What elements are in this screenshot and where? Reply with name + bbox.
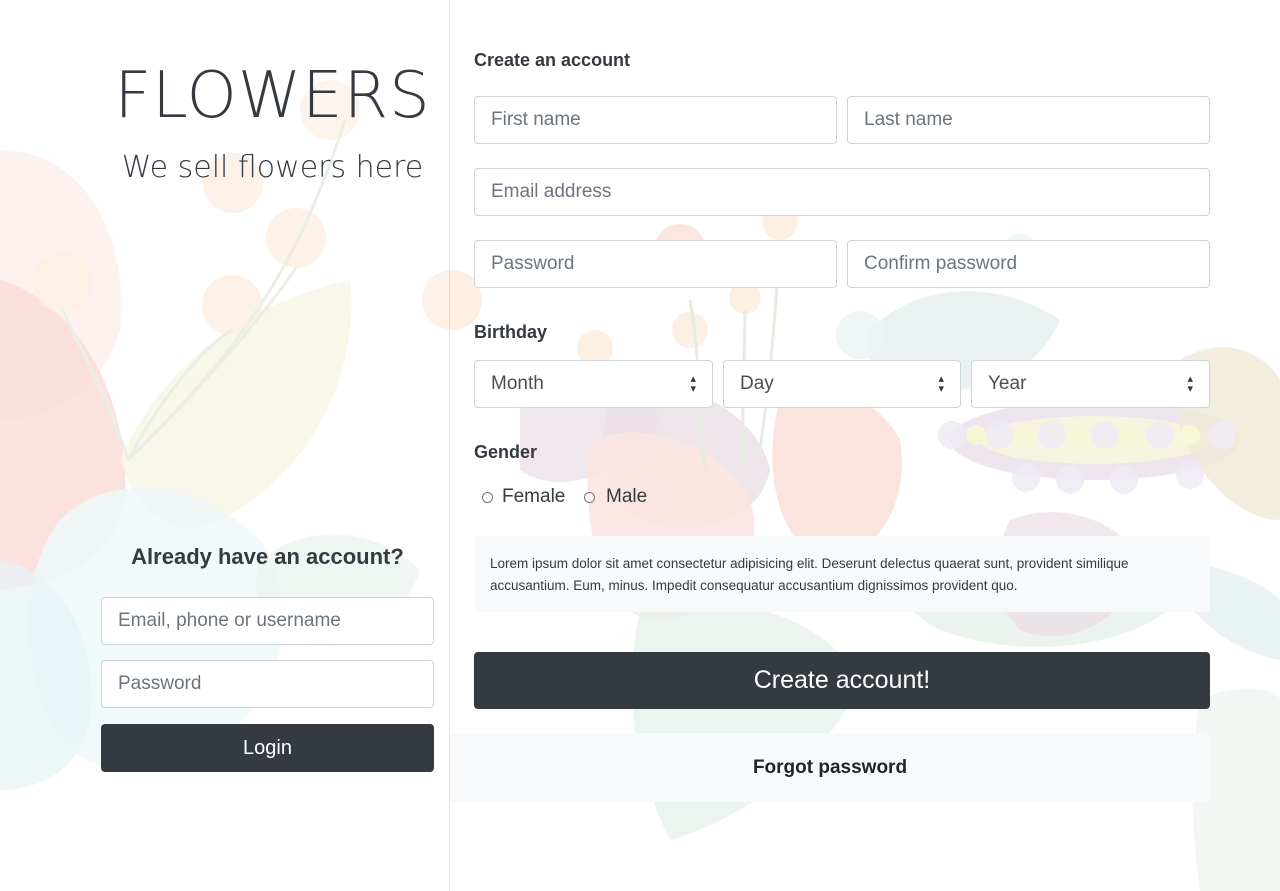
first-name-input[interactable]: First name bbox=[474, 96, 837, 144]
birthday-label: Birthday bbox=[474, 322, 548, 342]
day-select[interactable]: Day ▴ ▾ bbox=[723, 360, 961, 408]
terms-text: Lorem ipsum dolor sit amet consectetur a… bbox=[474, 536, 1210, 612]
last-name-placeholder: Last name bbox=[864, 109, 953, 130]
email-input[interactable]: Email address bbox=[474, 168, 1210, 216]
gender-option-label: Male bbox=[606, 486, 648, 507]
password-input[interactable]: Password bbox=[474, 240, 837, 288]
gender-option-male[interactable]: Male bbox=[584, 486, 647, 508]
month-select-value: Month bbox=[491, 373, 544, 394]
confirm-password-input[interactable]: Confirm password bbox=[847, 240, 1210, 288]
year-select-value: Year bbox=[988, 373, 1027, 394]
select-caret-icon: ▴ ▾ bbox=[1187, 373, 1193, 395]
forgot-password-link[interactable]: Forgot password bbox=[450, 733, 1210, 802]
confirm-password-placeholder: Confirm password bbox=[864, 253, 1018, 274]
radio-icon[interactable] bbox=[482, 491, 493, 503]
gender-option-label: Female bbox=[502, 486, 566, 507]
last-name-input[interactable]: Last name bbox=[847, 96, 1210, 144]
gender-option-female[interactable]: Female bbox=[482, 486, 565, 508]
create-account-button[interactable]: Create account! bbox=[474, 652, 1210, 709]
day-select-value: Day bbox=[740, 373, 774, 394]
gender-label: Gender bbox=[474, 442, 538, 462]
first-name-placeholder: First name bbox=[491, 109, 581, 130]
password-placeholder: Password bbox=[491, 253, 575, 274]
signup-form: Create an account First name Last name E… bbox=[0, 0, 1280, 891]
select-caret-icon: ▴ ▾ bbox=[690, 373, 696, 395]
year-select[interactable]: Year ▴ ▾ bbox=[971, 360, 1210, 408]
month-select[interactable]: Month ▴ ▾ bbox=[474, 360, 713, 408]
select-caret-icon: ▴ ▾ bbox=[938, 373, 944, 395]
email-placeholder: Email address bbox=[491, 181, 612, 202]
radio-icon[interactable] bbox=[584, 491, 595, 503]
signup-heading: Create an account bbox=[474, 50, 631, 70]
